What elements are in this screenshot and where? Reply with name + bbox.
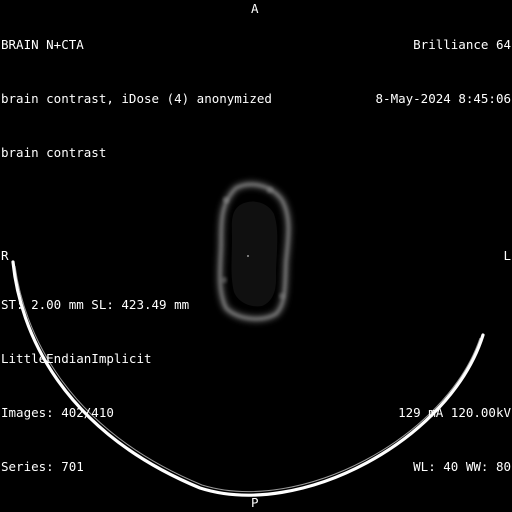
overlay-bottom-left: ST: 2.00 mm SL: 423.49 mm LittleEndianIm… — [1, 260, 189, 512]
orientation-right: R — [1, 248, 9, 263]
orientation-anterior: A — [251, 1, 259, 16]
image-index: Images: 402/410 — [1, 405, 114, 420]
tissue-region — [216, 181, 292, 323]
overlay-top-left: BRAIN N+CTA brain contrast, iDose (4) an… — [1, 0, 272, 198]
overlay-top-right: Brilliance 64 8-May-2024 8:45:06 — [376, 0, 511, 144]
acquisition-datetime: 8-May-2024 8:45:06 — [375, 91, 511, 106]
series-number: Series: 701 — [1, 459, 84, 474]
window-level: WL: 40 WW: 80 — [413, 459, 511, 474]
exposure-params: 129 mA 120.00kV — [398, 405, 511, 420]
orientation-left: L — [503, 248, 511, 263]
transfer-syntax: LittleEndianImplicit — [1, 351, 152, 366]
slice-info: ST: 2.00 mm SL: 423.49 mm — [1, 297, 190, 312]
scanner-model: Brilliance 64 — [413, 37, 511, 52]
overlay-bottom-right: 129 mA 120.00kV WL: 40 WW: 80 — [398, 368, 511, 512]
series-description: brain contrast, iDose (4) anonymized — [1, 91, 272, 106]
study-name: BRAIN N+CTA — [1, 37, 84, 52]
dicom-viewport[interactable]: BRAIN N+CTA brain contrast, iDose (4) an… — [0, 0, 512, 512]
orientation-posterior: P — [251, 495, 259, 510]
protocol-name: brain contrast — [1, 145, 107, 160]
